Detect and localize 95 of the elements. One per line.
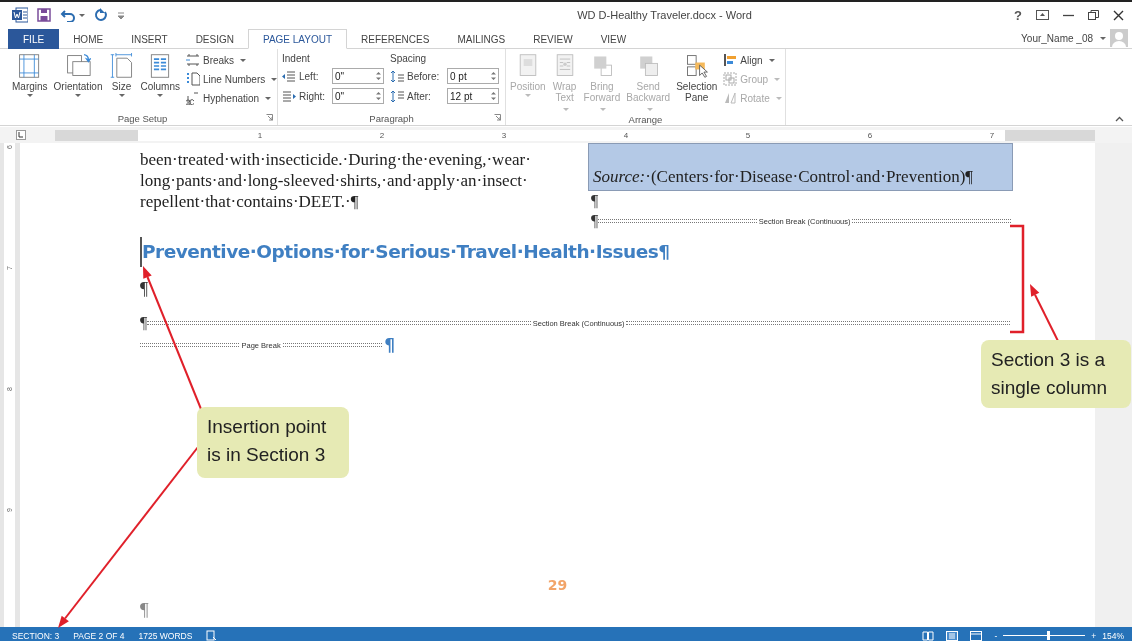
- ribbon-button[interactable]: Hyphenation: [185, 91, 278, 105]
- ribbon-button[interactable]: Margins: [12, 51, 48, 111]
- body-text-line: been·treated·with·insecticide.·During·the·evening,·wear·: [140, 149, 532, 170]
- field-label: Left:: [299, 70, 320, 82]
- paragraph-mark: ¶: [591, 211, 599, 231]
- ribbon-tab[interactable]: FILE: [8, 29, 60, 49]
- page-number: 29: [547, 577, 568, 593]
- paragraph-mark: ¶: [383, 335, 395, 355]
- ruler-number: 1: [256, 130, 264, 140]
- ruler-number: 4: [622, 130, 630, 140]
- ribbon-tab[interactable]: MAILINGS: [443, 29, 520, 49]
- group-label: Arrange: [628, 114, 663, 125]
- save-icon: [37, 8, 51, 22]
- collapse-ribbon-icon[interactable]: [1115, 116, 1124, 122]
- ribbon-tab[interactable]: DESIGN: [181, 29, 248, 49]
- ribbon-tab[interactable]: REVIEW: [519, 29, 587, 49]
- ribbon-display-icon[interactable]: [1036, 10, 1049, 20]
- paragraph-mark: ¶: [140, 279, 149, 299]
- indent-left-icon: [282, 69, 296, 83]
- word-logo-icon: [12, 7, 28, 23]
- ribbon-button[interactable]: Size: [108, 51, 135, 111]
- spin-field[interactable]: 12 pt: [447, 88, 499, 104]
- spacing-after-icon: [390, 89, 404, 103]
- ribbon-tab[interactable]: VIEW: [586, 29, 641, 49]
- paragraph-mark: ¶: [140, 313, 148, 333]
- ruler-number: 3: [500, 130, 508, 140]
- field-label: Before:: [407, 70, 441, 82]
- page-size-icon: [108, 53, 135, 79]
- callout-box: Insertion point is in Section 3: [197, 407, 349, 478]
- spin-arrows-icon[interactable]: [491, 91, 496, 101]
- ribbon-button[interactable]: Align: [723, 53, 782, 67]
- field-label: Right:: [299, 90, 327, 102]
- ribbon-button[interactable]: Breaks: [185, 53, 278, 67]
- spin-arrows-icon[interactable]: [491, 71, 496, 81]
- spin-field[interactable]: 0 pt: [447, 68, 499, 84]
- spin-field[interactable]: 0": [332, 88, 384, 104]
- print-layout-icon[interactable]: [946, 630, 959, 641]
- callout-arrow: [1030, 284, 1059, 342]
- close-icon[interactable]: [1113, 9, 1124, 21]
- proofing-icon[interactable]: [206, 630, 218, 641]
- field-label: After:: [407, 90, 432, 102]
- paragraph-mark: ¶: [591, 192, 599, 209]
- account-name[interactable]: Your_Name _08: [1021, 32, 1093, 44]
- dialog-launcher-icon[interactable]: [266, 114, 273, 121]
- ruler-number: 2: [378, 130, 386, 140]
- heading-text: Preventive·Options·for·Serious·Travel·Health·Issues¶: [140, 237, 670, 267]
- ruler-number: 5: [744, 130, 752, 140]
- ribbon-tab[interactable]: PAGE LAYOUT: [247, 29, 348, 49]
- customize-icon: [117, 11, 125, 19]
- line-numbers-icon: [185, 72, 200, 86]
- ribbon-tab[interactable]: INSERT: [117, 29, 182, 49]
- restore-icon[interactable]: [1088, 10, 1099, 20]
- status-item[interactable]: PAGE 2 OF 4: [73, 630, 125, 641]
- section-heading: Spacing: [390, 53, 428, 64]
- orientation-icon: [65, 53, 92, 79]
- body-text-line: long·pants·and·long-sleeved·shirts,·and·apply·an·insect·: [140, 170, 529, 191]
- spin-field[interactable]: 0": [332, 68, 384, 84]
- callout-box: Section 3 is a single column: [981, 340, 1131, 408]
- dialog-launcher-icon[interactable]: [494, 114, 501, 121]
- redo-icon: [94, 8, 108, 22]
- ruler-number: 7: [988, 130, 996, 140]
- zoom-level[interactable]: 154%: [1102, 630, 1124, 641]
- undo-icon: [60, 8, 76, 22]
- shaded-paragraph: Source:·(Centers·for·Disease·Control·and·Prevention)¶: [588, 143, 1013, 191]
- ribbon-tab[interactable]: HOME: [59, 29, 118, 49]
- status-item[interactable]: SECTION: 3: [12, 630, 60, 641]
- tab-selector-icon: [15, 130, 26, 140]
- group-icon: [723, 72, 738, 86]
- zoom-in-button[interactable]: +: [1091, 630, 1097, 641]
- spacing-before-icon: [390, 69, 404, 83]
- group-label: Paragraph: [369, 112, 414, 124]
- spin-arrows-icon[interactable]: [376, 71, 381, 81]
- web-layout-icon[interactable]: [970, 630, 983, 641]
- window-title: WD D-Healthy Traveler.docx - Word: [576, 9, 753, 21]
- zoom-out-button[interactable]: -: [994, 630, 998, 641]
- ribbon-tab[interactable]: REFERENCES: [347, 29, 444, 49]
- breaks-icon: [185, 53, 200, 67]
- body-text-line: repellent·that·contains·DEET.·¶: [140, 191, 360, 212]
- ribbon-button[interactable]: Columns: [140, 51, 180, 111]
- group-label: Page Setup: [117, 112, 168, 124]
- spin-arrows-icon[interactable]: [376, 91, 381, 101]
- read-mode-icon[interactable]: [922, 630, 935, 641]
- ribbon-button[interactable]: Line Numbers: [185, 72, 278, 86]
- indent-right-icon: [282, 89, 296, 103]
- paragraph-mark: ¶: [140, 599, 150, 621]
- hyphenation-icon: [185, 91, 200, 105]
- zoom-slider-thumb[interactable]: [1047, 631, 1051, 640]
- help-button[interactable]: ?: [1014, 7, 1022, 23]
- ribbon-button[interactable]: Orientation: [53, 51, 103, 111]
- align-icon: [723, 53, 738, 67]
- rotate-icon: [723, 91, 738, 105]
- section-heading: Indent: [282, 53, 311, 64]
- status-item[interactable]: 1725 WORDS: [138, 630, 193, 641]
- ribbon-button[interactable]: Selection Pane: [676, 51, 718, 114]
- ruler-number: 6: [866, 130, 874, 140]
